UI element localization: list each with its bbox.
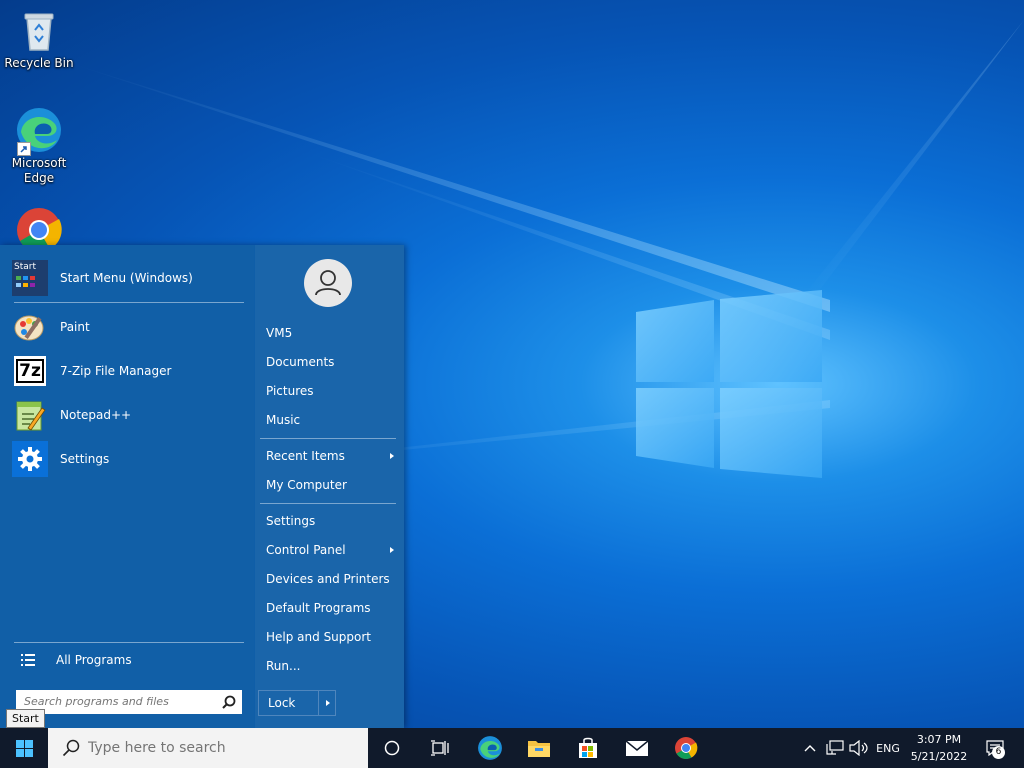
lock-options-arrow-icon[interactable] [326,700,330,706]
right-item-settings[interactable]: Settings [266,510,398,532]
network-icon [826,740,844,755]
windows-logo-wallpaper-icon [636,290,822,478]
pinned-item-paint[interactable]: Paint [12,307,244,347]
language-label: ENG [876,741,900,755]
chrome-icon [675,737,698,759]
user-avatar-icon[interactable] [304,259,352,307]
start-menu-left-pane: Start Start Menu (Windows) Paint 7z 7-Zi… [0,245,254,728]
desktop-icon-recycle-bin[interactable]: Recycle Bin [1,6,77,71]
pinned-item-7zip[interactable]: 7z 7-Zip File Manager [12,351,244,391]
right-item-default-programs[interactable]: Default Programs [266,597,398,619]
pinned-item-label: Notepad++ [60,408,132,422]
taskbar-chrome[interactable] [662,728,710,768]
start-tooltip: Start [6,709,45,728]
recycle-bin-icon [15,6,63,54]
cortana-button[interactable] [368,728,416,768]
right-item-my-computer[interactable]: My Computer [266,474,398,496]
right-item-user[interactable]: VM5 [266,322,398,344]
taskbar-microsoft-store[interactable] [564,728,612,768]
action-center-button[interactable]: 6 [980,728,1010,768]
input-language-button[interactable]: ENG [872,728,904,768]
submenu-arrow-icon [390,453,394,459]
folder-icon [528,741,550,757]
search-icon[interactable] [222,695,236,709]
seven-zip-icon-text: 7z [16,359,44,383]
all-programs-label: All Programs [56,653,132,667]
right-item-devices-printers[interactable]: Devices and Printers [266,568,398,590]
right-item-pictures[interactable]: Pictures [266,380,398,402]
start-menu: Start Start Menu (Windows) Paint 7z 7-Zi… [0,245,404,728]
right-separator-2 [260,503,396,504]
lock-label: Lock [268,696,296,710]
right-item-control-panel[interactable]: Control Panel [266,539,398,561]
taskbar-mail[interactable] [613,728,661,768]
task-view-button[interactable] [416,728,464,768]
taskbar-edge[interactable] [466,728,514,768]
submenu-arrow-icon [390,547,394,553]
seven-zip-icon: 7z [14,356,46,386]
desktop-icon-microsoft-edge[interactable]: Microsoft Edge [1,106,77,186]
paint-icon [12,309,48,345]
settings-gear-icon [12,441,48,477]
microsoft-edge-label: Microsoft Edge [11,156,67,185]
list-icon [12,653,44,667]
right-item-run[interactable]: Run... [266,655,398,677]
shortcut-arrow-icon [17,142,31,156]
pinned-item-label: Settings [60,452,110,466]
taskbar-clock[interactable]: 3:07 PM 5/21/2022 [905,731,973,765]
right-separator-1 [260,438,396,439]
store-bag-icon [579,737,597,758]
notepad-plus-plus-icon [12,397,48,433]
volume-tray-button[interactable] [847,728,871,768]
recycle-bin-label: Recycle Bin [4,56,74,70]
taskbar-search-box[interactable] [48,728,368,768]
taskbar-search-input[interactable] [80,739,350,757]
notification-count-badge: 6 [992,746,1005,759]
clock-date: 5/21/2022 [910,750,968,763]
clock-time: 3:07 PM [916,733,962,746]
recent-items-label: Recent Items [266,449,345,463]
pinned-item-notepad-plus-plus[interactable]: Notepad++ [12,395,244,435]
all-programs-separator [14,642,244,643]
pinned-separator [14,302,244,303]
taskbar: ENG 3:07 PM 5/21/2022 6 [0,728,1024,768]
right-item-recent-items[interactable]: Recent Items [266,445,398,467]
start-menu-app-icon-text: Start [14,262,36,272]
control-panel-label: Control Panel [266,543,346,557]
mail-icon [625,740,649,756]
network-tray-button[interactable] [823,728,847,768]
chevron-up-icon [804,745,816,752]
start-button[interactable] [0,728,48,768]
edge-icon [15,106,63,156]
pinned-item-label: Paint [60,320,90,334]
right-item-help-support[interactable]: Help and Support [266,626,398,648]
pinned-item-label: Start Menu (Windows) [60,271,193,285]
lock-button[interactable]: Lock [258,690,336,716]
start-search-box[interactable] [16,690,242,714]
taskbar-file-explorer[interactable] [515,728,563,768]
windows-start-icon [15,739,33,757]
task-view-icon [431,740,449,756]
cortana-circle-icon [384,740,400,756]
start-menu-app-icon: Start [12,260,48,296]
search-icon [62,739,80,757]
right-item-documents[interactable]: Documents [266,351,398,373]
pinned-item-label: 7-Zip File Manager [60,364,172,378]
all-programs-button[interactable]: All Programs [12,647,244,673]
show-hidden-icons-button[interactable] [800,728,820,768]
pinned-item-settings[interactable]: Settings [12,439,244,479]
pinned-item-start-menu-windows[interactable]: Start Start Menu (Windows) [12,258,244,298]
lock-divider [318,691,319,715]
edge-icon [478,736,502,760]
speaker-icon [849,740,868,756]
start-menu-right-pane: VM5 Documents Pictures Music Recent Item… [255,245,404,728]
start-search-input[interactable] [16,690,220,712]
right-item-music[interactable]: Music [266,409,398,431]
